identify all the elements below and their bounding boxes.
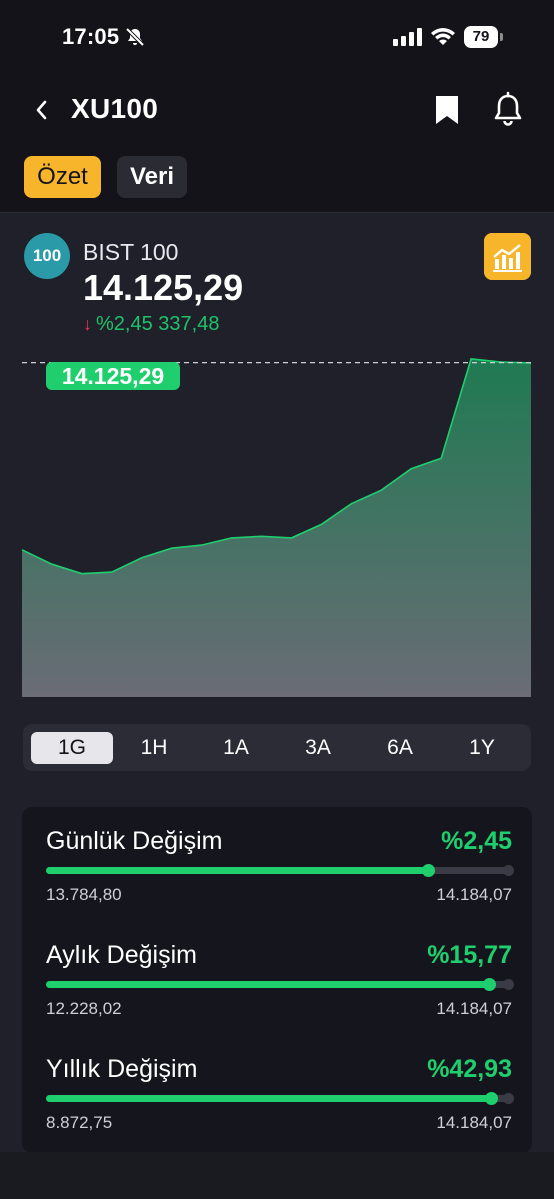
chart-type-icon[interactable]	[484, 233, 531, 280]
stat-max: 14.184,07	[436, 1113, 512, 1132]
period-1g[interactable]: 1G	[31, 732, 113, 764]
range-end-dot	[503, 979, 514, 990]
range-knob	[422, 864, 436, 877]
stat-monthly: Aylık Değişim %15,77 12.228,02 14.184,07	[46, 941, 514, 1041]
range-fill	[46, 981, 489, 988]
stat-label: Günlük Değişim	[46, 827, 223, 855]
stat-max: 14.184,07	[436, 999, 512, 1018]
range-knob	[482, 978, 496, 991]
tab-ozet[interactable]: Özet	[24, 156, 101, 198]
bookmark-icon[interactable]	[432, 92, 462, 128]
period-1a[interactable]: 1A	[195, 732, 277, 764]
index-name: BIST 100	[83, 239, 179, 265]
chart-area	[22, 358, 531, 697]
page-title: XU100	[71, 93, 159, 124]
index-change: ↓ %2,45 337,48	[83, 313, 219, 336]
wifi-icon	[431, 28, 455, 45]
bell-icon[interactable]	[490, 90, 526, 128]
range-bar	[46, 1092, 514, 1105]
stat-label: Aylık Değişim	[46, 941, 197, 969]
signal-icon	[393, 28, 422, 46]
change-value: 337,48	[158, 313, 220, 335]
period-1y[interactable]: 1Y	[441, 732, 523, 764]
stat-daily: Günlük Değişim %2,45 13.784,80 14.184,07	[46, 827, 514, 927]
battery-tip	[500, 33, 503, 41]
change-percent: %2,45	[96, 313, 153, 335]
stat-value: %2,45	[441, 827, 512, 855]
range-end-dot	[503, 865, 514, 876]
tab-veri[interactable]: Veri	[117, 156, 187, 198]
stat-yearly: Yıllık Değişim %42,93 8.872,75 14.184,07	[46, 1055, 514, 1155]
battery-level: 79	[464, 26, 498, 48]
index-badge: 100	[24, 233, 70, 279]
change-stats: Günlük Değişim %2,45 13.784,80 14.184,07…	[22, 807, 532, 1153]
period-3a[interactable]: 3A	[277, 732, 359, 764]
index-card: 100 BIST 100 14.125,29 ↓ %2,45 337,48 14.…	[0, 212, 554, 1153]
bell-slash-icon	[125, 27, 145, 47]
stat-min: 13.784,80	[46, 885, 122, 904]
range-fill	[46, 867, 429, 874]
range-bar	[46, 864, 514, 877]
back-icon[interactable]	[28, 92, 56, 128]
status-bar: 17:05 79	[0, 0, 554, 76]
stat-max: 14.184,07	[436, 885, 512, 904]
period-selector: 1G 1H 1A 3A 6A 1Y	[23, 724, 531, 771]
price-chart[interactable]	[0, 343, 554, 713]
stat-value: %42,93	[427, 1055, 512, 1083]
index-price: 14.125,29	[83, 267, 244, 308]
current-price-tag: 14.125,29	[46, 362, 180, 390]
period-6a[interactable]: 6A	[359, 732, 441, 764]
range-bar	[46, 978, 514, 991]
range-knob	[485, 1092, 499, 1105]
stat-min: 12.228,02	[46, 999, 122, 1018]
range-fill	[46, 1095, 492, 1102]
range-end-dot	[503, 1093, 514, 1104]
period-1h[interactable]: 1H	[113, 732, 195, 764]
bottom-bar	[0, 1152, 554, 1199]
stat-label: Yıllık Değişim	[46, 1055, 198, 1083]
status-time: 17:05	[62, 24, 120, 49]
battery-icon: 79	[464, 26, 504, 48]
header: XU100	[0, 80, 554, 140]
arrow-down-icon: ↓	[83, 314, 92, 334]
stat-value: %15,77	[427, 941, 512, 969]
stat-min: 8.872,75	[46, 1113, 113, 1132]
